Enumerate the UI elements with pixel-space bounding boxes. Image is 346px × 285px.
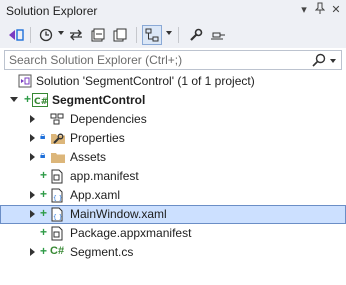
tree-row-solution[interactable]: Solution 'SegmentControl' (1 of 1 projec…: [0, 72, 346, 91]
chevron-right-icon[interactable]: [30, 210, 35, 218]
item-label: App.xaml: [70, 188, 121, 202]
chevron-right-icon[interactable]: [30, 248, 35, 256]
lock-icon: 🔒︎: [40, 150, 46, 161]
search-icon[interactable]: [311, 52, 327, 71]
tree-row-properties[interactable]: 🔒︎ Properties: [0, 129, 346, 148]
project-label: SegmentControl: [52, 93, 146, 107]
search-options-dropdown-icon[interactable]: [330, 59, 336, 63]
item-label: Segment.cs: [70, 245, 134, 259]
svg-text:C#: C#: [34, 97, 48, 107]
toolbar: [0, 22, 346, 48]
svg-text:{ }: { }: [53, 195, 63, 202]
chevron-right-icon[interactable]: [30, 153, 35, 161]
csharp-project-icon: C#: [32, 93, 48, 110]
item-label: app.manifest: [70, 169, 139, 183]
collapse-all-icon[interactable]: [88, 25, 108, 45]
item-label: Package.appxmanifest: [70, 226, 192, 240]
pin-icon[interactable]: [312, 2, 328, 18]
added-plus-icon: +: [40, 244, 48, 258]
chevron-down-icon[interactable]: [10, 97, 18, 102]
tree-row-project[interactable]: + C# SegmentControl: [0, 91, 346, 110]
properties-wrench-icon[interactable]: [186, 25, 206, 45]
window-title: Solution Explorer: [6, 4, 98, 18]
preview-dropdown-icon[interactable]: [166, 31, 172, 35]
dropdown-icon[interactable]: ▾: [296, 2, 312, 18]
solution-icon: [18, 74, 32, 91]
pin-icon[interactable]: [208, 25, 228, 45]
close-icon[interactable]: ✕: [328, 2, 344, 18]
tree-row-app-xaml[interactable]: + { } App.xaml: [0, 186, 346, 205]
history-dropdown-icon[interactable]: [58, 31, 64, 35]
search-input[interactable]: Search Solution Explorer (Ctrl+;): [4, 50, 342, 70]
added-plus-icon: +: [40, 206, 48, 220]
toolbar-separator: [136, 27, 137, 43]
added-plus-icon: +: [24, 92, 32, 106]
preview-selected-icon[interactable]: [142, 25, 162, 45]
tree-row-mainwindow-xaml[interactable]: + { } MainWindow.xaml: [0, 205, 346, 224]
tree-row-dependencies[interactable]: Dependencies: [0, 110, 346, 129]
switch-views-icon[interactable]: [6, 25, 26, 45]
xaml-file-icon: { }: [50, 188, 64, 206]
item-label: Dependencies: [70, 112, 147, 126]
tree-row-assets[interactable]: 🔒︎ Assets: [0, 148, 346, 167]
xaml-file-icon: { }: [50, 207, 64, 225]
item-label: MainWindow.xaml: [70, 207, 167, 221]
title-bar: Solution Explorer ▾ ✕: [0, 0, 346, 22]
toolbar-separator: [30, 27, 31, 43]
chevron-right-icon[interactable]: [30, 115, 35, 123]
manifest-file-icon: [50, 169, 64, 187]
item-label: Assets: [70, 150, 107, 164]
chevron-right-icon[interactable]: [30, 134, 35, 142]
toolbar-separator: [178, 27, 179, 43]
solution-label: Solution 'SegmentControl' (1 of 1 projec…: [36, 74, 255, 88]
chevron-right-icon[interactable]: [30, 191, 35, 199]
tree-row-package-appxmanifest[interactable]: + Package.appxmanifest: [0, 224, 346, 243]
dependencies-icon: [50, 113, 64, 128]
tree-row-segment-cs[interactable]: + C# Segment.cs: [0, 243, 346, 262]
tree-row-app-manifest[interactable]: + app.manifest: [0, 167, 346, 186]
added-plus-icon: +: [40, 187, 48, 201]
manifest-file-icon: [50, 226, 64, 244]
added-plus-icon: +: [40, 168, 48, 182]
show-all-files-icon[interactable]: [110, 25, 130, 45]
history-icon[interactable]: [36, 25, 56, 45]
folder-icon: [50, 150, 66, 167]
item-label: Properties: [70, 131, 125, 145]
lock-icon: 🔒︎: [40, 131, 46, 142]
csharp-file-icon: C#: [50, 245, 65, 257]
sync-icon[interactable]: [66, 25, 86, 45]
properties-wrench-folder-icon: [50, 131, 66, 148]
search-placeholder: Search Solution Explorer (Ctrl+;): [9, 53, 183, 67]
added-plus-icon: +: [40, 225, 48, 239]
svg-text:{ }: { }: [53, 214, 63, 221]
